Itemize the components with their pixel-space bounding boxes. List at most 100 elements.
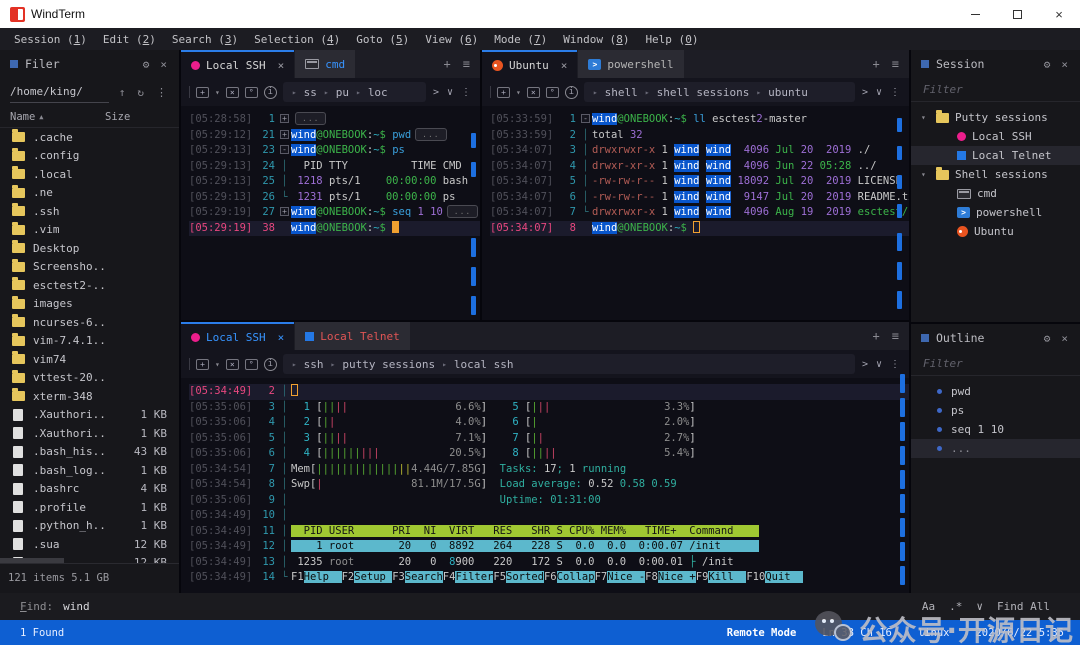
chevron-right-icon[interactable]: > bbox=[432, 87, 440, 98]
outline-item-ps[interactable]: ps bbox=[911, 401, 1080, 420]
outline-item-seq-1-10[interactable]: seq 1 10 bbox=[911, 420, 1080, 439]
info-icon[interactable]: i bbox=[564, 85, 578, 99]
close-panel-icon[interactable]: × bbox=[158, 58, 169, 71]
fold-marker[interactable]: + bbox=[278, 205, 291, 221]
chevron-down-icon[interactable]: ▾ bbox=[516, 88, 521, 97]
file-row[interactable]: Screensho.. bbox=[0, 258, 179, 277]
new-tab-button[interactable]: + bbox=[873, 57, 880, 71]
file-row[interactable]: vim74 bbox=[0, 350, 179, 369]
breadcrumb-segment[interactable]: local ssh bbox=[454, 358, 514, 371]
search-match-marker[interactable] bbox=[900, 374, 905, 393]
refresh-icon[interactable]: ↻ bbox=[135, 86, 146, 99]
chevron-down-icon[interactable]: ▾ bbox=[215, 360, 220, 369]
fold-marker[interactable]: - bbox=[579, 112, 592, 128]
search-match-marker[interactable] bbox=[897, 262, 902, 280]
chevron-right-icon[interactable]: > bbox=[861, 359, 869, 370]
session-item-ubuntu[interactable]: Ubuntu bbox=[911, 222, 1080, 241]
session-filter-input[interactable]: Filter bbox=[911, 78, 1080, 102]
chevron-down-icon[interactable]: ▾ bbox=[921, 113, 930, 122]
breadcrumb-segment[interactable]: shell bbox=[605, 86, 638, 99]
outline-item-item[interactable]: ... bbox=[911, 439, 1080, 458]
new-tab-button[interactable]: + bbox=[444, 57, 451, 71]
fold-marker[interactable]: + bbox=[278, 112, 291, 128]
file-row[interactable]: .ssh bbox=[0, 202, 179, 221]
close-button[interactable]: × bbox=[1038, 0, 1080, 28]
search-match-marker[interactable] bbox=[471, 162, 476, 177]
menu-item-window[interactable]: Window (8) bbox=[555, 33, 637, 46]
file-row[interactable]: .bash_his.. 43 KB bbox=[0, 443, 179, 462]
session-item-cmd[interactable]: cmd bbox=[911, 184, 1080, 203]
fold-ellipsis[interactable]: ... bbox=[446, 205, 479, 218]
chevron-right-icon[interactable]: > bbox=[861, 87, 869, 98]
search-match-marker[interactable] bbox=[900, 494, 905, 513]
cursor-position[interactable]: Ln 38 Ch 16 bbox=[822, 627, 892, 639]
breadcrumb-segment[interactable]: shell sessions bbox=[657, 86, 750, 99]
column-name[interactable]: Name ▲ bbox=[10, 111, 105, 123]
match-case-button[interactable]: Aa bbox=[922, 600, 935, 613]
file-list[interactable]: .cache .config .local .ne .ssh .vim Desktop Scr… bbox=[0, 128, 179, 563]
new-session-icon[interactable]: + bbox=[497, 86, 510, 98]
session-item-putty-sessions[interactable]: ▾ Putty sessions bbox=[911, 108, 1080, 127]
chevron-down-icon[interactable]: ∨ bbox=[875, 87, 883, 98]
file-row[interactable]: images bbox=[0, 295, 179, 314]
tab-ubuntu[interactable]: Ubuntu × bbox=[482, 50, 578, 78]
search-match-marker[interactable] bbox=[897, 204, 902, 218]
file-row[interactable]: vim-7.4.1.. bbox=[0, 332, 179, 351]
tab-local-ssh[interactable]: Local SSH × bbox=[181, 322, 295, 350]
tab-cmd[interactable]: cmd bbox=[295, 50, 356, 78]
fold-ellipsis[interactable]: ... bbox=[295, 112, 327, 125]
more-icon[interactable]: ⋮ bbox=[460, 87, 472, 98]
search-match-marker[interactable] bbox=[897, 175, 902, 189]
menu-item-search[interactable]: Search (3) bbox=[164, 33, 246, 46]
session-item-powershell[interactable]: > powershell bbox=[911, 203, 1080, 222]
search-match-marker[interactable] bbox=[900, 398, 905, 417]
close-panel-icon[interactable]: × bbox=[1059, 332, 1070, 345]
tab-list-button[interactable]: ≡ bbox=[892, 329, 899, 343]
search-match-marker[interactable] bbox=[471, 296, 476, 315]
new-session-icon[interactable]: + bbox=[196, 86, 209, 98]
up-arrow-icon[interactable]: ↑ bbox=[117, 86, 128, 99]
outline-filter-input[interactable]: Filter bbox=[911, 352, 1080, 376]
file-row[interactable]: .cache bbox=[0, 128, 179, 147]
search-match-marker[interactable] bbox=[897, 233, 902, 251]
search-match-marker[interactable] bbox=[471, 133, 476, 148]
outline-item-pwd[interactable]: pwd bbox=[911, 382, 1080, 401]
dropdown-button[interactable]: ∨ bbox=[976, 600, 983, 613]
minimize-button[interactable] bbox=[954, 0, 996, 28]
fold-marker[interactable]: + bbox=[278, 128, 291, 144]
search-match-marker[interactable] bbox=[900, 422, 905, 441]
more-icon[interactable]: ⋮ bbox=[889, 87, 901, 98]
gear-icon[interactable]: ⚙ bbox=[1042, 332, 1053, 345]
file-row[interactable]: .config bbox=[0, 147, 179, 166]
search-match-marker[interactable] bbox=[471, 267, 476, 286]
close-session-icon[interactable]: × bbox=[225, 358, 239, 370]
chevron-down-icon[interactable]: ∨ bbox=[875, 359, 883, 370]
menu-item-mode[interactable]: Mode (7) bbox=[486, 33, 555, 46]
info-icon[interactable]: i bbox=[263, 357, 277, 371]
clone-session-icon[interactable]: ° bbox=[545, 86, 559, 98]
close-tab-icon[interactable]: × bbox=[278, 59, 285, 72]
find-input[interactable]: wind bbox=[63, 600, 90, 613]
more-icon[interactable]: ⋮ bbox=[889, 359, 901, 370]
menu-item-session[interactable]: Session (1) bbox=[6, 33, 95, 46]
close-session-icon[interactable]: × bbox=[526, 86, 540, 98]
file-row[interactable]: .python_h.. 1 KB bbox=[0, 517, 179, 536]
menu-item-goto[interactable]: Goto (5) bbox=[348, 33, 417, 46]
chevron-down-icon[interactable]: ▾ bbox=[215, 88, 220, 97]
breadcrumb-segment[interactable]: ss bbox=[304, 86, 317, 99]
gear-icon[interactable]: ⚙ bbox=[141, 58, 152, 71]
search-match-marker[interactable] bbox=[471, 238, 476, 257]
chevron-down-icon[interactable]: ∨ bbox=[446, 87, 454, 98]
search-match-marker[interactable] bbox=[897, 146, 902, 160]
column-size[interactable]: Size bbox=[105, 111, 169, 123]
breadcrumb-segment[interactable]: pu bbox=[336, 86, 349, 99]
remote-mode-indicator[interactable]: Remote Mode bbox=[727, 627, 797, 639]
close-tab-icon[interactable]: × bbox=[561, 59, 568, 72]
path-input[interactable]: /home/king/ bbox=[10, 82, 109, 103]
new-tab-button[interactable]: + bbox=[873, 329, 880, 343]
file-row[interactable]: Desktop bbox=[0, 239, 179, 258]
file-row[interactable]: .bash_log.. 1 KB bbox=[0, 461, 179, 480]
tab-list-button[interactable]: ≡ bbox=[892, 57, 899, 71]
close-session-icon[interactable]: × bbox=[225, 86, 239, 98]
file-row[interactable]: .ne bbox=[0, 184, 179, 203]
